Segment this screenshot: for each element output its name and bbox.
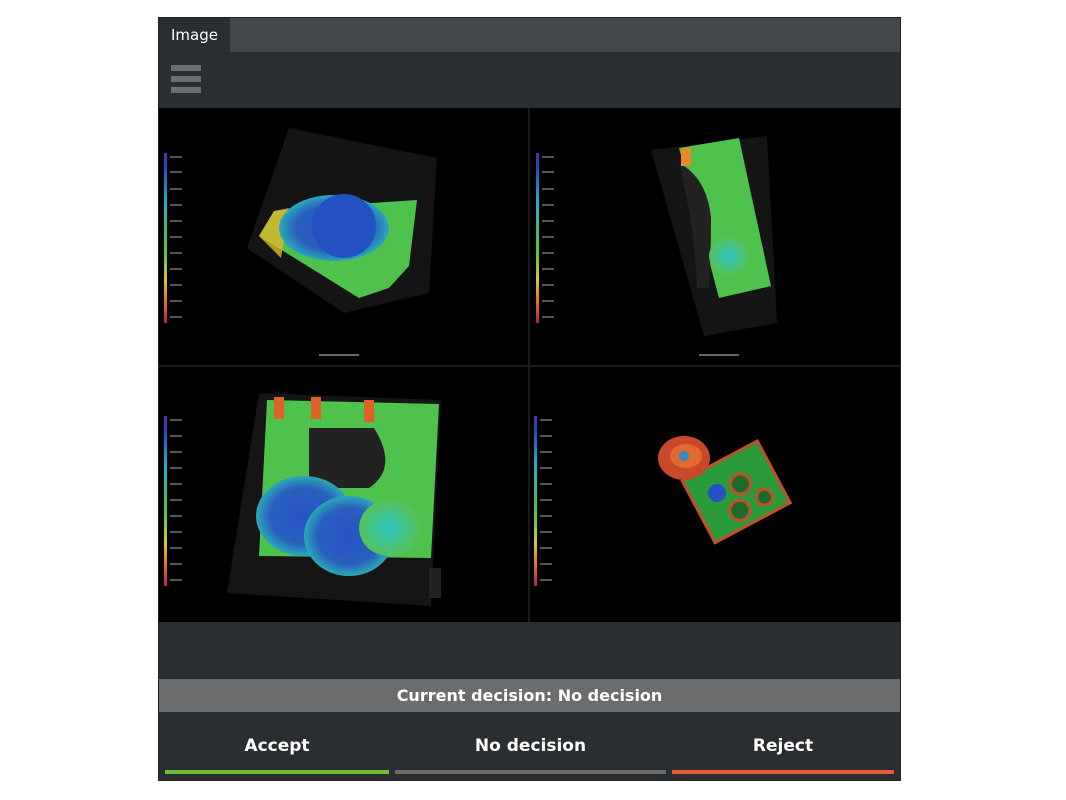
hamburger-menu-icon[interactable] bbox=[171, 64, 203, 96]
view-bottom-right bbox=[534, 416, 793, 586]
accept-button[interactable]: Accept bbox=[165, 721, 389, 774]
tab-image[interactable]: Image bbox=[159, 18, 230, 52]
no-decision-button[interactable]: No decision bbox=[395, 721, 666, 774]
viewer-footer-spacer bbox=[159, 622, 900, 678]
no-decision-underline bbox=[395, 770, 666, 774]
image-panel: Image Current decision: No decision Acce… bbox=[158, 17, 901, 781]
color-scale-ticks bbox=[170, 156, 182, 318]
accept-button-label: Accept bbox=[244, 736, 310, 756]
toolbar bbox=[159, 52, 900, 108]
view-top-left bbox=[164, 128, 437, 356]
color-scale-ticks bbox=[170, 419, 182, 581]
color-scale-bar bbox=[534, 416, 537, 586]
reject-underline bbox=[672, 770, 894, 774]
color-scale-bar bbox=[536, 153, 539, 323]
current-decision-status: Current decision: No decision bbox=[159, 679, 900, 712]
tab-bar: Image bbox=[159, 18, 900, 52]
thickness-analysis-image bbox=[159, 108, 900, 622]
accept-underline bbox=[165, 770, 389, 774]
decision-buttons: Accept No decision Reject bbox=[159, 721, 900, 781]
no-decision-button-label: No decision bbox=[474, 736, 587, 756]
color-scale-bar bbox=[164, 153, 167, 323]
reject-button-label: Reject bbox=[752, 736, 814, 756]
reject-button[interactable]: Reject bbox=[672, 721, 894, 774]
image-viewer[interactable] bbox=[159, 108, 900, 622]
view-top-right bbox=[536, 136, 777, 356]
color-scale-ticks bbox=[542, 156, 554, 318]
view-bottom-left bbox=[164, 393, 441, 606]
color-scale-ticks bbox=[540, 419, 552, 581]
color-scale-bar bbox=[164, 416, 167, 586]
